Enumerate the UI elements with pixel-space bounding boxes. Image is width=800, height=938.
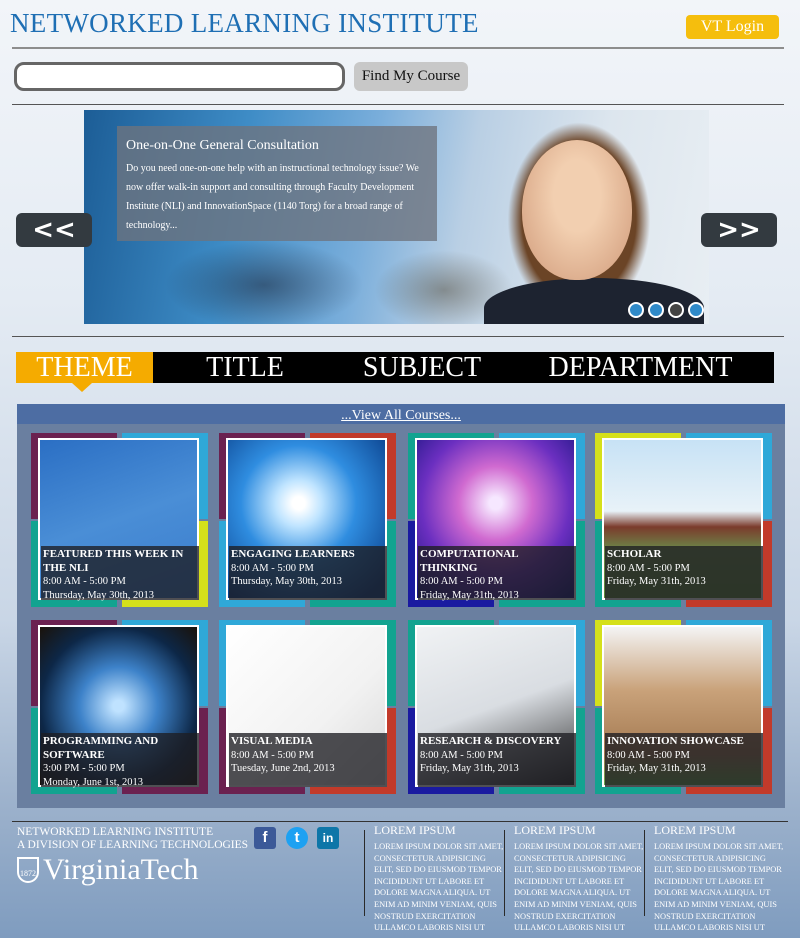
course-time: 8:00 AM - 5:00 PM (420, 749, 503, 761)
footer-col-heading: LOREM IPSUM (514, 823, 596, 837)
course-date: Tuesday, June 2nd, 2013 (231, 763, 335, 774)
course-caption: FEATURED THIS WEEK IN THE NLI 8:00 AM - 5… (43, 548, 199, 602)
course-date: Thursday, May 30th, 2013 (43, 589, 155, 601)
carousel-next-button[interactable]: >> (701, 213, 777, 247)
carousel-dot[interactable] (628, 302, 644, 318)
header-divider (12, 47, 784, 49)
hero-title: One-on-One General Consultation (126, 138, 319, 153)
linkedin-icon[interactable]: in (317, 827, 339, 849)
course-caption: INNOVATION SHOWCASE 8:00 AM - 5:00 PM Frid… (607, 735, 763, 776)
course-tile[interactable]: COMPUTATIONAL THINKING 8:00 AM - 5:00 PM F… (408, 433, 586, 607)
course-title: FEATURED THIS WEEK IN THE NLI (43, 548, 184, 574)
course-date: Monday, June 1st, 2013 (43, 776, 143, 788)
find-my-course-button[interactable]: Find My Course (354, 62, 468, 91)
virginia-tech-logo[interactable]: 1872 VirginiaTech (17, 853, 199, 887)
course-caption: PROGRAMMING AND SOFTWARE 3:00 PM - 5:00 P… (43, 735, 199, 789)
hero-photo (522, 140, 632, 280)
carousel-dot[interactable] (668, 302, 684, 318)
course-title: COMPUTATIONAL THINKING (420, 548, 518, 574)
footer-col-text: Lorem ipsum dolor sit amet, consectetur … (654, 842, 784, 933)
hero-body: Do you need one-on-one help with an inst… (126, 163, 419, 231)
course-time: 8:00 AM - 5:00 PM (231, 749, 314, 761)
course-tile[interactable]: VISUAL MEDIA 8:00 AM - 5:00 PM Tuesday, Ju… (219, 620, 397, 794)
course-time: 8:00 AM - 5:00 PM (231, 562, 314, 574)
footer-divider (12, 821, 788, 822)
course-caption: ENGAGING LEARNERS 8:00 AM - 5:00 PM Thursd… (231, 548, 387, 589)
tab-theme[interactable]: THEME (16, 352, 153, 392)
course-time: 8:00 AM - 5:00 PM (607, 749, 690, 761)
course-tile[interactable]: ENGAGING LEARNERS 8:00 AM - 5:00 PM Thursd… (219, 433, 397, 607)
course-search-input[interactable] (14, 62, 345, 91)
course-title: SCHOLAR (607, 548, 662, 560)
hero-divider (12, 336, 784, 337)
course-title: INNOVATION SHOWCASE (607, 735, 744, 747)
course-date: Friday, May 31th, 2013 (420, 763, 519, 774)
course-time: 8:00 AM - 5:00 PM (607, 562, 690, 574)
search-divider (12, 104, 784, 105)
carousel-dot[interactable] (648, 302, 664, 318)
course-date: Thursday, May 30th, 2013 (231, 576, 343, 587)
course-caption: VISUAL MEDIA 8:00 AM - 5:00 PM Tuesday, Ju… (231, 735, 387, 776)
course-tile[interactable]: INNOVATION SHOWCASE 8:00 AM - 5:00 PM Frid… (595, 620, 773, 794)
carousel-dot[interactable] (688, 302, 704, 318)
site-title[interactable]: NETWORKED LEARNING INSTITUTE (10, 8, 479, 39)
tab-title[interactable]: TITLE (153, 352, 337, 383)
course-title: RESEARCH & DISCOVERY (420, 735, 562, 747)
tab-subject[interactable]: SUBJECT (337, 352, 507, 383)
browse-tabs: THEME TITLE SUBJECT DEPARTMENT (16, 352, 774, 392)
twitter-icon[interactable]: t (286, 827, 308, 849)
course-caption: COMPUTATIONAL THINKING 8:00 AM - 5:00 PM F… (420, 548, 576, 602)
course-title: ENGAGING LEARNERS (231, 548, 355, 560)
course-date: Friday, May 31th, 2013 (420, 589, 519, 601)
carousel-prev-button[interactable]: << (16, 213, 92, 247)
course-title: PROGRAMMING AND SOFTWARE (43, 735, 159, 761)
view-all-courses-link[interactable]: ...View All Courses... (341, 408, 461, 423)
course-tile[interactable]: RESEARCH & DISCOVERY 8:00 AM - 5:00 PM Fri… (408, 620, 586, 794)
vt-login-button[interactable]: VT Login (686, 15, 779, 39)
course-tile[interactable]: PROGRAMMING AND SOFTWARE 3:00 PM - 5:00 P… (31, 620, 209, 794)
footer-col-text: Lorem ipsum dolor sit amet, consectetur … (374, 842, 504, 933)
footer-institute: NETWORKED LEARNING INSTITUTE A DIVISION … (17, 826, 249, 851)
course-tile[interactable]: SCHOLAR 8:00 AM - 5:00 PM Friday, May 31th… (595, 433, 773, 607)
footer-col-heading: LOREM IPSUM (374, 823, 456, 837)
course-tile[interactable]: FEATURED THIS WEEK IN THE NLI 8:00 AM - 5… (31, 433, 209, 607)
course-caption: SCHOLAR 8:00 AM - 5:00 PM Friday, May 31th… (607, 548, 763, 589)
course-time: 8:00 AM - 5:00 PM (420, 576, 503, 587)
course-time: 8:00 AM - 5:00 PM (43, 576, 126, 587)
course-date: Friday, May 31th, 2013 (607, 576, 706, 587)
hero-caption: One-on-One General Consultation Do you n… (117, 126, 437, 241)
vt-shield-icon: 1872 (17, 857, 39, 883)
course-date: Friday, May 31th, 2013 (607, 763, 706, 774)
carousel-pagination (628, 302, 704, 318)
facebook-icon[interactable]: f (254, 827, 276, 849)
tab-department[interactable]: DEPARTMENT (507, 352, 774, 383)
course-caption: RESEARCH & DISCOVERY 8:00 AM - 5:00 PM Fri… (420, 735, 576, 776)
course-time: 3:00 PM - 5:00 PM (43, 763, 125, 774)
footer-col-heading: LOREM IPSUM (654, 823, 736, 837)
course-title: VISUAL MEDIA (231, 735, 313, 747)
footer-col-text: Lorem ipsum dolor sit amet, consectetur … (514, 842, 644, 933)
